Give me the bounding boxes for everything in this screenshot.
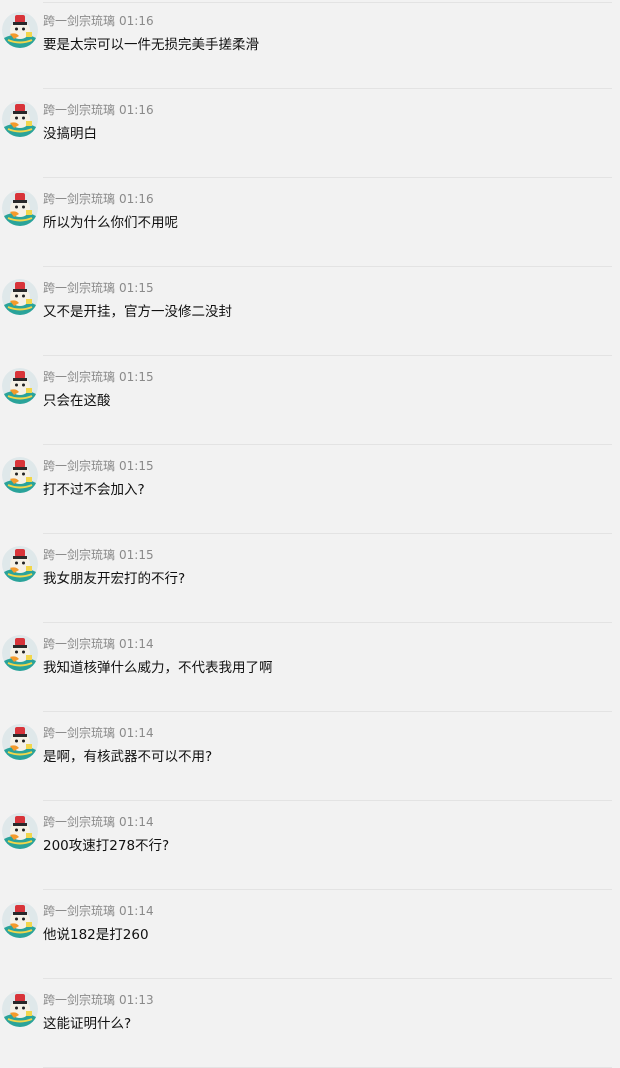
cartoon-avatar-icon xyxy=(2,546,38,582)
avatar[interactable] xyxy=(2,635,38,671)
message-item: 跨一剑宗琉璃 01:13 这能证明什么? xyxy=(0,979,620,1068)
message-time: 01:15 xyxy=(119,548,154,562)
message-text: 打不过不会加入? xyxy=(43,482,145,498)
message-item: 跨一剑宗琉璃 01:14 是啊，有核武器不可以不用? xyxy=(0,712,620,801)
message-text: 只会在这酸 xyxy=(43,393,111,409)
message-meta: 跨一剑宗琉璃 01:14 xyxy=(43,811,154,829)
avatar[interactable] xyxy=(2,12,38,48)
avatar[interactable] xyxy=(2,991,38,1027)
avatar[interactable] xyxy=(2,724,38,760)
message-item: 跨一剑宗琉璃 01:15 只会在这酸 xyxy=(0,356,620,445)
avatar[interactable] xyxy=(2,457,38,493)
cartoon-avatar-icon xyxy=(2,368,38,404)
avatar[interactable] xyxy=(2,368,38,404)
message-time: 01:14 xyxy=(119,726,154,740)
sender-name[interactable]: 跨一剑宗琉璃 xyxy=(43,637,115,651)
message-text: 这能证明什么? xyxy=(43,1016,132,1032)
cartoon-avatar-icon xyxy=(2,991,38,1027)
message-time: 01:16 xyxy=(119,103,154,117)
message-item: 跨一剑宗琉璃 01:16 没搞明白 xyxy=(0,89,620,178)
sender-name[interactable]: 跨一剑宗琉璃 xyxy=(43,904,115,918)
message-text: 要是太宗可以一件无损完美手搓柔滑 xyxy=(43,37,259,53)
message-text: 是啊，有核武器不可以不用? xyxy=(43,749,213,765)
avatar[interactable] xyxy=(2,546,38,582)
message-item: 跨一剑宗琉璃 01:14 我知道核弹什么威力，不代表我用了啊 xyxy=(0,623,620,712)
message-meta: 跨一剑宗琉璃 01:15 xyxy=(43,366,154,384)
message-time: 01:14 xyxy=(119,815,154,829)
cartoon-avatar-icon xyxy=(2,724,38,760)
cartoon-avatar-icon xyxy=(2,635,38,671)
message-text: 没搞明白 xyxy=(43,126,97,142)
cartoon-avatar-icon xyxy=(2,12,38,48)
sender-name[interactable]: 跨一剑宗琉璃 xyxy=(43,815,115,829)
message-text: 又不是开挂，官方一没修二没封 xyxy=(43,304,232,320)
message-meta: 跨一剑宗琉璃 01:16 xyxy=(43,99,154,117)
message-item: 跨一剑宗琉璃 01:14 他说182是打260 xyxy=(0,890,620,979)
avatar[interactable] xyxy=(2,902,38,938)
message-text: 我知道核弹什么威力，不代表我用了啊 xyxy=(43,660,273,676)
sender-name[interactable]: 跨一剑宗琉璃 xyxy=(43,192,115,206)
cartoon-avatar-icon xyxy=(2,902,38,938)
message-meta: 跨一剑宗琉璃 01:14 xyxy=(43,900,154,918)
avatar[interactable] xyxy=(2,279,38,315)
cartoon-avatar-icon xyxy=(2,457,38,493)
sender-name[interactable]: 跨一剑宗琉璃 xyxy=(43,103,115,117)
message-item: 跨一剑宗琉璃 01:16 要是太宗可以一件无损完美手搓柔滑 xyxy=(0,0,620,89)
sender-name[interactable]: 跨一剑宗琉璃 xyxy=(43,14,115,28)
message-meta: 跨一剑宗琉璃 01:16 xyxy=(43,188,154,206)
avatar[interactable] xyxy=(2,190,38,226)
message-meta: 跨一剑宗琉璃 01:15 xyxy=(43,277,154,295)
message-meta: 跨一剑宗琉璃 01:16 xyxy=(43,10,154,28)
avatar[interactable] xyxy=(2,101,38,137)
cartoon-avatar-icon xyxy=(2,190,38,226)
message-time: 01:14 xyxy=(119,637,154,651)
sender-name[interactable]: 跨一剑宗琉璃 xyxy=(43,726,115,740)
message-meta: 跨一剑宗琉璃 01:13 xyxy=(43,989,154,1007)
message-time: 01:15 xyxy=(119,459,154,473)
message-meta: 跨一剑宗琉璃 01:14 xyxy=(43,633,154,651)
sender-name[interactable]: 跨一剑宗琉璃 xyxy=(43,993,115,1007)
message-text: 他说182是打260 xyxy=(43,927,149,943)
sender-name[interactable]: 跨一剑宗琉璃 xyxy=(43,281,115,295)
message-item: 跨一剑宗琉璃 01:15 打不过不会加入? xyxy=(0,445,620,534)
message-item: 跨一剑宗琉璃 01:15 我女朋友开宏打的不行? xyxy=(0,534,620,623)
message-time: 01:16 xyxy=(119,192,154,206)
sender-name[interactable]: 跨一剑宗琉璃 xyxy=(43,370,115,384)
message-text: 我女朋友开宏打的不行? xyxy=(43,571,186,587)
message-time: 01:13 xyxy=(119,993,154,1007)
message-meta: 跨一剑宗琉璃 01:15 xyxy=(43,544,154,562)
message-item: 跨一剑宗琉璃 01:15 又不是开挂，官方一没修二没封 xyxy=(0,267,620,356)
message-item: 跨一剑宗琉璃 01:14 200攻速打278不行? xyxy=(0,801,620,890)
cartoon-avatar-icon xyxy=(2,279,38,315)
sender-name[interactable]: 跨一剑宗琉璃 xyxy=(43,548,115,562)
message-time: 01:14 xyxy=(119,904,154,918)
message-text: 所以为什么你们不用呢 xyxy=(43,215,178,231)
message-time: 01:15 xyxy=(119,370,154,384)
cartoon-avatar-icon xyxy=(2,101,38,137)
cartoon-avatar-icon xyxy=(2,813,38,849)
message-time: 01:15 xyxy=(119,281,154,295)
avatar[interactable] xyxy=(2,813,38,849)
message-meta: 跨一剑宗琉璃 01:14 xyxy=(43,722,154,740)
message-meta: 跨一剑宗琉璃 01:15 xyxy=(43,455,154,473)
message-item: 跨一剑宗琉璃 01:16 所以为什么你们不用呢 xyxy=(0,178,620,267)
sender-name[interactable]: 跨一剑宗琉璃 xyxy=(43,459,115,473)
message-time: 01:16 xyxy=(119,14,154,28)
message-text: 200攻速打278不行? xyxy=(43,838,170,854)
